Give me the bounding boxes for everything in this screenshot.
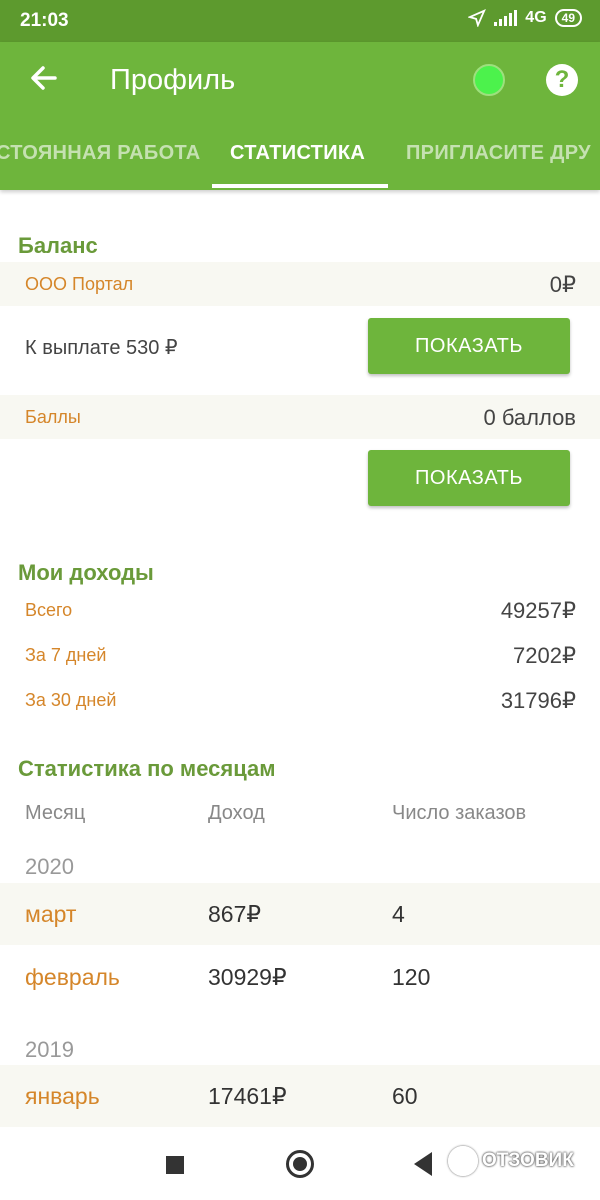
income-row-total: Всего 49257₽	[0, 588, 600, 632]
month-orders: 60	[392, 1083, 418, 1109]
show-points-button[interactable]: ПОКАЗАТЬ	[368, 450, 570, 506]
year-label: 2020	[25, 854, 74, 879]
watermark: ОТЗОВИК	[448, 1146, 574, 1176]
status-icons: 4G 49	[468, 9, 582, 27]
payout-text: К выплате 530 ₽	[25, 337, 178, 359]
income-value: 49257₽	[500, 598, 576, 623]
online-status-indicator[interactable]	[473, 64, 505, 96]
arrow-left-icon	[31, 66, 57, 90]
watermark-logo-icon	[448, 1146, 478, 1176]
status-bar: 21:03 4G 49	[0, 0, 600, 42]
year-label: 2019	[25, 1037, 74, 1062]
month-income: 17461₽	[208, 1083, 287, 1109]
income-label: За 30 дней	[25, 690, 117, 710]
battery-icon: 49	[554, 9, 582, 27]
watermark-text: ОТЗОВИК	[482, 1150, 574, 1171]
income-title: Мои доходы	[18, 560, 154, 585]
income-label: За 7 дней	[25, 645, 107, 665]
status-time: 21:03	[20, 10, 69, 31]
column-header-income: Доход	[208, 802, 265, 824]
back-triangle-icon[interactable]	[414, 1152, 432, 1176]
signal-icon	[494, 10, 518, 26]
income-row-7days: За 7 дней 7202₽	[0, 633, 600, 677]
month-orders: 4	[392, 901, 405, 927]
company-label: ООО Портал	[25, 274, 134, 294]
system-nav-bar: ОТЗОВИК	[0, 1130, 600, 1200]
tab-invite-friends[interactable]: ПРИГЛАСИТЕ ДРУ	[406, 138, 591, 190]
location-arrow-icon	[468, 9, 487, 27]
income-row-30days: За 30 дней 31796₽	[0, 678, 600, 722]
monthly-stats-title: Статистика по месяцам	[18, 756, 276, 781]
table-row: март 867₽ 4	[0, 883, 600, 945]
income-label: Всего	[25, 600, 73, 620]
column-header-month: Месяц	[25, 802, 86, 824]
app-bar: Профиль ? СТОЯННАЯ РАБОТА СТАТИСТИКА ПРИ…	[0, 42, 600, 190]
active-tab-indicator	[212, 184, 388, 188]
tab-bar: СТОЯННАЯ РАБОТА СТАТИСТИКА ПРИГЛАСИТЕ ДР…	[0, 138, 600, 190]
income-value: 7202₽	[513, 643, 576, 668]
points-label: Баллы	[25, 407, 81, 427]
points-row: Баллы 0 баллов	[0, 395, 600, 439]
home-icon[interactable]	[286, 1150, 314, 1178]
show-payout-button[interactable]: ПОКАЗАТЬ	[368, 318, 570, 374]
table-row: февраль 30929₽ 120	[0, 946, 600, 1008]
back-button[interactable]	[26, 60, 62, 96]
tab-statistics[interactable]: СТАТИСТИКА	[230, 138, 365, 190]
points-value: 0 баллов	[483, 405, 576, 430]
month-income: 30929₽	[208, 964, 287, 990]
page-title: Профиль	[110, 64, 236, 96]
month-name: февраль	[25, 964, 120, 990]
table-row: январь 17461₽ 60	[0, 1065, 600, 1127]
company-value: 0₽	[549, 272, 576, 297]
help-button[interactable]: ?	[546, 64, 578, 96]
month-name: январь	[25, 1083, 100, 1109]
income-value: 31796₽	[500, 688, 576, 713]
recent-apps-icon[interactable]	[166, 1156, 184, 1174]
tab-permanent-work[interactable]: СТОЯННАЯ РАБОТА	[0, 138, 200, 190]
month-name: март	[25, 901, 77, 927]
question-icon: ?	[554, 66, 570, 93]
column-header-orders: Число заказов	[392, 802, 527, 824]
balance-title: Баланс	[18, 233, 98, 258]
month-income: 867₽	[208, 901, 262, 927]
network-type: 4G	[525, 9, 547, 26]
month-orders: 120	[392, 964, 431, 990]
company-balance-row: ООО Портал 0₽	[0, 262, 600, 306]
